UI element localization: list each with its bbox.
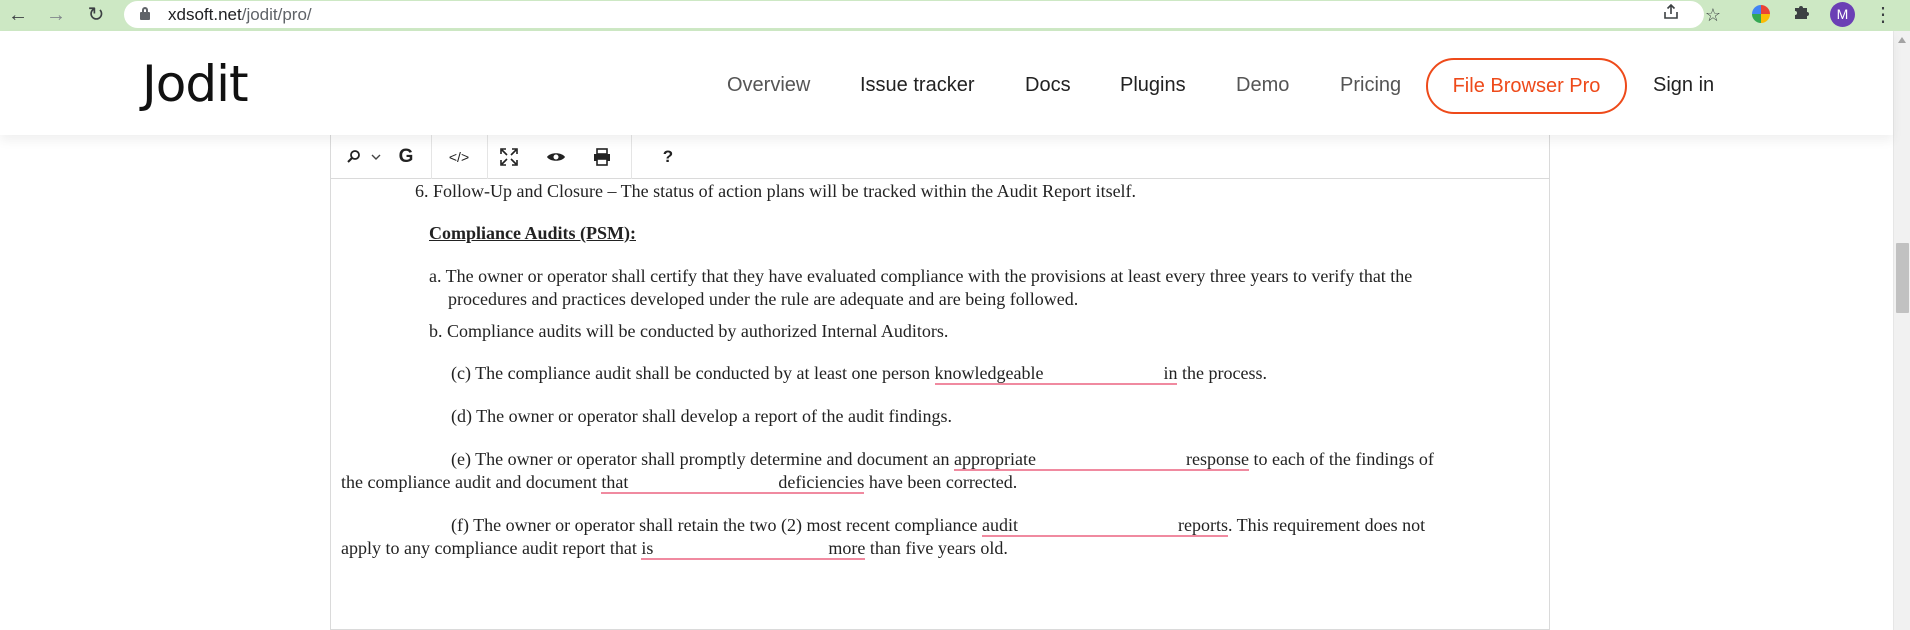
marked-word: reports xyxy=(1177,515,1228,535)
item-a-line1: a. The owner or operator shall certify t… xyxy=(429,266,1413,286)
item-b: b. Compliance audits will be conducted b… xyxy=(429,321,949,341)
editor-toolbar: G </> ? xyxy=(331,135,1549,179)
nav-demo[interactable]: Demo xyxy=(1236,74,1289,97)
url-domain: xdsoft.net xyxy=(168,5,242,24)
site-logo[interactable]: Jodit xyxy=(142,55,249,113)
item-e-line2: the compliance audit and document that de… xyxy=(341,471,1017,494)
nav-docs[interactable]: Docs xyxy=(1025,74,1071,97)
marked-word: audit xyxy=(981,515,1018,535)
item-e-text: (e) The owner or operator shall promptly… xyxy=(451,449,954,469)
page-scrollbar[interactable] xyxy=(1893,31,1910,630)
profile-avatar[interactable]: M xyxy=(1830,2,1855,27)
reload-icon[interactable]: ↻ xyxy=(84,3,108,27)
url-path: /jodit/pro/ xyxy=(241,5,312,24)
item-e-text-end: to each of the findings of xyxy=(1248,449,1434,469)
source-code-button[interactable]: </> xyxy=(444,145,474,169)
color-extension-icon[interactable] xyxy=(1752,5,1770,23)
site-header: Jodit Overview Issue tracker Docs Plugin… xyxy=(0,31,1893,135)
nav-plugins[interactable]: Plugins xyxy=(1120,74,1186,97)
scrollbar-thumb[interactable] xyxy=(1896,243,1909,313)
share-icon[interactable] xyxy=(1658,2,1684,28)
marked-word: is xyxy=(641,538,654,558)
item-f2-text-end: than five years old. xyxy=(865,538,1008,558)
nav-pricing[interactable]: Pricing xyxy=(1340,74,1401,97)
item-f-line1: (f) The owner or operator shall retain t… xyxy=(451,514,1425,537)
address-bar[interactable]: xdsoft.net/jodit/pro/ xyxy=(124,1,1704,28)
kebab-menu-icon[interactable]: ⋮ xyxy=(1870,2,1896,28)
grammar-button[interactable]: G xyxy=(393,145,419,169)
marked-word: that xyxy=(601,472,629,492)
item-f-line2: apply to any compliance audit report tha… xyxy=(341,537,1008,560)
marked-word: knowledgeable xyxy=(934,363,1044,383)
toolbar-divider xyxy=(631,135,632,179)
item-f-text: (f) The owner or operator shall retain t… xyxy=(451,515,982,535)
marked-word: appropriate xyxy=(954,449,1036,469)
item-c: (c) The compliance audit shall be conduc… xyxy=(451,362,1267,385)
scroll-up-arrow-icon[interactable] xyxy=(1898,37,1906,43)
item-c-text: (c) The compliance audit shall be conduc… xyxy=(451,363,935,383)
star-icon[interactable]: ☆ xyxy=(1700,2,1726,28)
jodit-editor: G </> ? 6. Follow-Up and Closure – The s… xyxy=(330,135,1550,630)
toolbar-divider xyxy=(431,135,432,179)
back-arrow-icon[interactable]: ← xyxy=(6,3,30,27)
nav-overview[interactable]: Overview xyxy=(727,74,810,97)
chevron-down-icon[interactable] xyxy=(367,145,385,169)
spell-underline[interactable]: knowledgeable in xyxy=(934,363,1178,385)
item-e2-text-end: have been corrected. xyxy=(864,472,1018,492)
item-e-line1: (e) The owner or operator shall promptly… xyxy=(451,448,1434,471)
help-button[interactable]: ? xyxy=(658,145,678,169)
nav-issue-tracker[interactable]: Issue tracker xyxy=(860,74,974,97)
fullscreen-icon[interactable] xyxy=(496,145,522,169)
printer-icon[interactable] xyxy=(589,145,615,169)
nav-sign-in[interactable]: Sign in xyxy=(1653,74,1714,97)
item-c-text-end: the process. xyxy=(1177,363,1267,383)
search-icon[interactable] xyxy=(343,145,365,169)
item-e2-text: the compliance audit and document xyxy=(341,472,602,492)
marked-word: in xyxy=(1163,363,1178,383)
spell-underline[interactable]: that deficiencies xyxy=(601,472,865,494)
item-a-line2: procedures and practices developed under… xyxy=(448,289,1079,309)
forward-arrow-icon[interactable]: → xyxy=(44,3,68,27)
spell-underline[interactable]: appropriate response xyxy=(954,449,1249,471)
item-f-text-end: . This requirement does not xyxy=(1227,515,1426,535)
item-d: (d) The owner or operator shall develop … xyxy=(451,406,953,426)
section-heading: Compliance Audits (PSM): xyxy=(429,223,636,243)
file-browser-pro-button[interactable]: File Browser Pro xyxy=(1426,58,1627,114)
lock-icon[interactable] xyxy=(140,7,150,20)
item-f2-text: apply to any compliance audit report tha… xyxy=(341,538,642,558)
marked-word: more xyxy=(828,538,866,558)
browser-toolbar: ← → ↻ xdsoft.net/jodit/pro/ ☆ M ⋮ xyxy=(0,0,1910,31)
puzzle-extensions-icon[interactable] xyxy=(1788,2,1814,28)
spell-underline[interactable]: is more xyxy=(641,538,866,560)
marked-word: response xyxy=(1185,449,1249,469)
spell-underline[interactable]: audit reports xyxy=(981,515,1228,537)
eye-icon[interactable] xyxy=(543,145,569,169)
paragraph-6: 6. Follow-Up and Closure – The status of… xyxy=(415,181,1137,201)
toolbar-divider xyxy=(487,135,488,179)
url-text: xdsoft.net/jodit/pro/ xyxy=(168,5,312,25)
marked-word: deficiencies xyxy=(778,472,865,492)
